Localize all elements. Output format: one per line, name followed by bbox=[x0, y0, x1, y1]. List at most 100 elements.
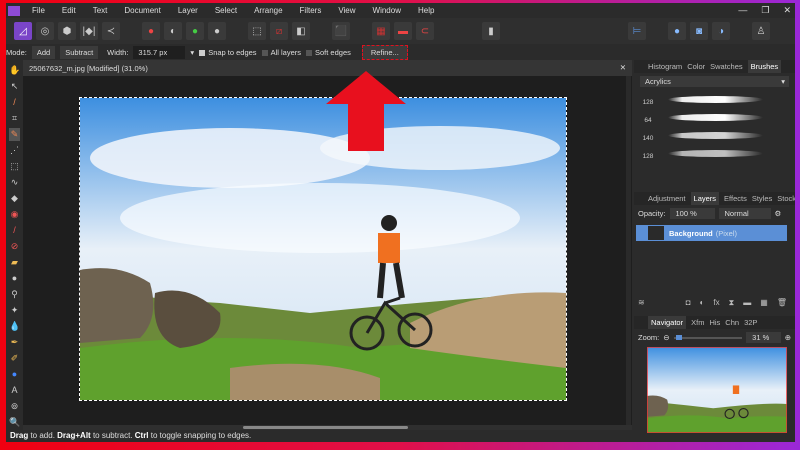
snapping-grid-icon[interactable]: ▦ bbox=[372, 22, 390, 40]
brush-list[interactable]: 128 64 140 128 bbox=[634, 90, 795, 192]
mask-icon[interactable]: ◘ bbox=[686, 298, 691, 308]
selection-brush-icon[interactable]: ✎ bbox=[9, 128, 20, 141]
marquee-tool-icon[interactable]: ⬚ bbox=[9, 160, 20, 173]
tab-brushes[interactable]: Brushes bbox=[747, 60, 782, 73]
auto-contrast-icon[interactable]: ● bbox=[208, 22, 226, 40]
tab-styles[interactable]: Styles bbox=[752, 194, 772, 203]
erase-tool-icon[interactable]: ▰ bbox=[9, 256, 20, 269]
scrollbar-thumb[interactable] bbox=[243, 426, 408, 429]
gear-icon[interactable]: ⚙ bbox=[775, 209, 782, 218]
menu-document[interactable]: Document bbox=[124, 6, 160, 15]
menu-file[interactable]: File bbox=[32, 6, 45, 15]
tab-transform[interactable]: Xfm bbox=[691, 318, 704, 327]
freehand-select-icon[interactable]: ∿ bbox=[9, 176, 20, 189]
menu-select[interactable]: Select bbox=[215, 6, 237, 15]
tab-effects[interactable]: Effects bbox=[724, 194, 747, 203]
tab-32p[interactable]: 32P bbox=[744, 318, 757, 327]
menu-arrange[interactable]: Arrange bbox=[254, 6, 282, 15]
hand-tool-icon[interactable]: ✋ bbox=[9, 64, 20, 77]
snapping-toggle-icon[interactable]: ▬ bbox=[394, 22, 412, 40]
snap-to-edges-checkbox[interactable]: Snap to edges bbox=[199, 48, 257, 57]
boolean-subtract-icon[interactable]: ◙ bbox=[690, 22, 708, 40]
menu-help[interactable]: Help bbox=[418, 6, 434, 15]
blend-mode-select[interactable]: Normal bbox=[718, 208, 771, 219]
photo-persona-icon[interactable]: ◿ bbox=[14, 22, 32, 40]
develop-persona-icon[interactable]: ⬢ bbox=[58, 22, 76, 40]
paint-brush-icon[interactable]: / bbox=[9, 224, 20, 237]
hsl-icon[interactable]: ● bbox=[186, 22, 204, 40]
all-layers-checkbox[interactable]: All layers bbox=[261, 48, 301, 57]
view-tool-icon[interactable]: ⊚ bbox=[9, 400, 20, 413]
deselect-icon[interactable]: ⧄ bbox=[270, 22, 288, 40]
add-layer-icon[interactable]: ▦ bbox=[760, 298, 768, 308]
zoom-in-icon[interactable]: ⊕ bbox=[785, 333, 791, 342]
brush-item[interactable]: 128 bbox=[634, 90, 795, 108]
text-tool-icon[interactable]: A bbox=[9, 384, 20, 397]
mode-icon[interactable]: ▮ bbox=[482, 22, 500, 40]
liquify-persona-icon[interactable]: ◎ bbox=[36, 22, 54, 40]
fill-tool-icon[interactable]: ◆ bbox=[9, 192, 20, 205]
adjustment-icon[interactable]: ◐ bbox=[700, 298, 705, 308]
tab-layers[interactable]: Layers bbox=[690, 192, 720, 205]
tab-navigator[interactable]: Navigator bbox=[648, 316, 687, 329]
pixel-tool-icon[interactable]: ⊘ bbox=[9, 240, 20, 253]
brush-category-select[interactable]: Acrylics bbox=[640, 76, 789, 87]
align-icon[interactable]: ⊨ bbox=[628, 22, 646, 40]
zoom-slider[interactable] bbox=[673, 334, 743, 340]
navigator-preview[interactable] bbox=[647, 347, 787, 433]
vertical-scrollbar[interactable] bbox=[626, 76, 631, 425]
menu-view[interactable]: View bbox=[338, 6, 355, 15]
quick-mask-icon[interactable]: ⬛ bbox=[332, 22, 350, 40]
tone-mapping-persona-icon[interactable]: |◆| bbox=[80, 22, 98, 40]
soft-edges-checkbox[interactable]: Soft edges bbox=[306, 48, 351, 57]
minimize-button[interactable]: — bbox=[738, 5, 747, 16]
subtract-mode-button[interactable]: Subtract bbox=[60, 45, 99, 59]
folder-icon[interactable]: ▬ bbox=[743, 298, 751, 308]
layers-stack-icon[interactable]: ≋ bbox=[638, 298, 645, 308]
tab-histogram[interactable]: Histogram bbox=[648, 62, 682, 71]
marquee-icon[interactable]: ⬚ bbox=[248, 22, 266, 40]
snapping-magnet-icon[interactable]: ⊂ bbox=[416, 22, 434, 40]
close-button[interactable]: ✕ bbox=[783, 5, 791, 16]
close-document-icon[interactable]: ✕ bbox=[620, 63, 626, 72]
pen-tool-icon[interactable]: ✒ bbox=[9, 336, 20, 349]
flood-select-icon[interactable]: ⋰ bbox=[9, 144, 20, 157]
zoom-tool-icon[interactable]: 🔍 bbox=[9, 416, 20, 429]
live-filter-icon[interactable]: ⧗ bbox=[729, 298, 735, 308]
opacity-input[interactable]: 100 % bbox=[669, 208, 715, 219]
zoom-input[interactable]: 31 % bbox=[746, 332, 781, 343]
menu-text[interactable]: Text bbox=[93, 6, 108, 15]
menu-layer[interactable]: Layer bbox=[178, 6, 198, 15]
blur-tool-icon[interactable]: 💧 bbox=[9, 320, 20, 333]
tab-history[interactable]: His bbox=[709, 318, 720, 327]
export-persona-icon[interactable]: ≺ bbox=[102, 22, 120, 40]
clone-tool-icon[interactable]: ⚲ bbox=[9, 288, 20, 301]
maximize-button[interactable]: ❐ bbox=[761, 5, 769, 16]
tab-channels[interactable]: Chn bbox=[725, 318, 739, 327]
refine-button[interactable]: Refine... bbox=[361, 44, 408, 60]
trash-icon[interactable]: 🗑 bbox=[777, 298, 787, 308]
menu-edit[interactable]: Edit bbox=[62, 6, 76, 15]
node-tool-icon[interactable]: ✐ bbox=[9, 352, 20, 365]
chevron-down-icon[interactable]: ▾ bbox=[190, 48, 194, 57]
crop-tool-icon[interactable]: ⌗ bbox=[9, 112, 20, 125]
white-balance-icon[interactable]: ◐ bbox=[164, 22, 182, 40]
brush-item[interactable]: 140 bbox=[634, 126, 795, 144]
horizontal-scrollbar[interactable] bbox=[23, 425, 632, 430]
width-input[interactable]: 315.7 px bbox=[133, 45, 186, 59]
move-tool-icon[interactable]: ↖ bbox=[9, 80, 20, 93]
gradient-tool-icon[interactable]: ◉ bbox=[9, 208, 20, 221]
shape-tool-icon[interactable]: ● bbox=[9, 368, 20, 381]
invert-selection-icon[interactable]: ◧ bbox=[292, 22, 310, 40]
dodge-tool-icon[interactable]: ● bbox=[9, 272, 20, 285]
tab-swatches[interactable]: Swatches bbox=[710, 62, 743, 71]
levels-icon[interactable]: ● bbox=[142, 22, 160, 40]
inpainting-icon[interactable]: ✦ bbox=[9, 304, 20, 317]
boolean-add-icon[interactable]: ● bbox=[668, 22, 686, 40]
add-mode-button[interactable]: Add bbox=[31, 45, 56, 59]
tab-adjustment[interactable]: Adjustment bbox=[648, 194, 686, 203]
account-icon[interactable]: ♙ bbox=[752, 22, 770, 40]
tab-color[interactable]: Color bbox=[687, 62, 705, 71]
menu-filters[interactable]: Filters bbox=[300, 6, 322, 15]
color-picker-icon[interactable]: / bbox=[9, 96, 20, 109]
